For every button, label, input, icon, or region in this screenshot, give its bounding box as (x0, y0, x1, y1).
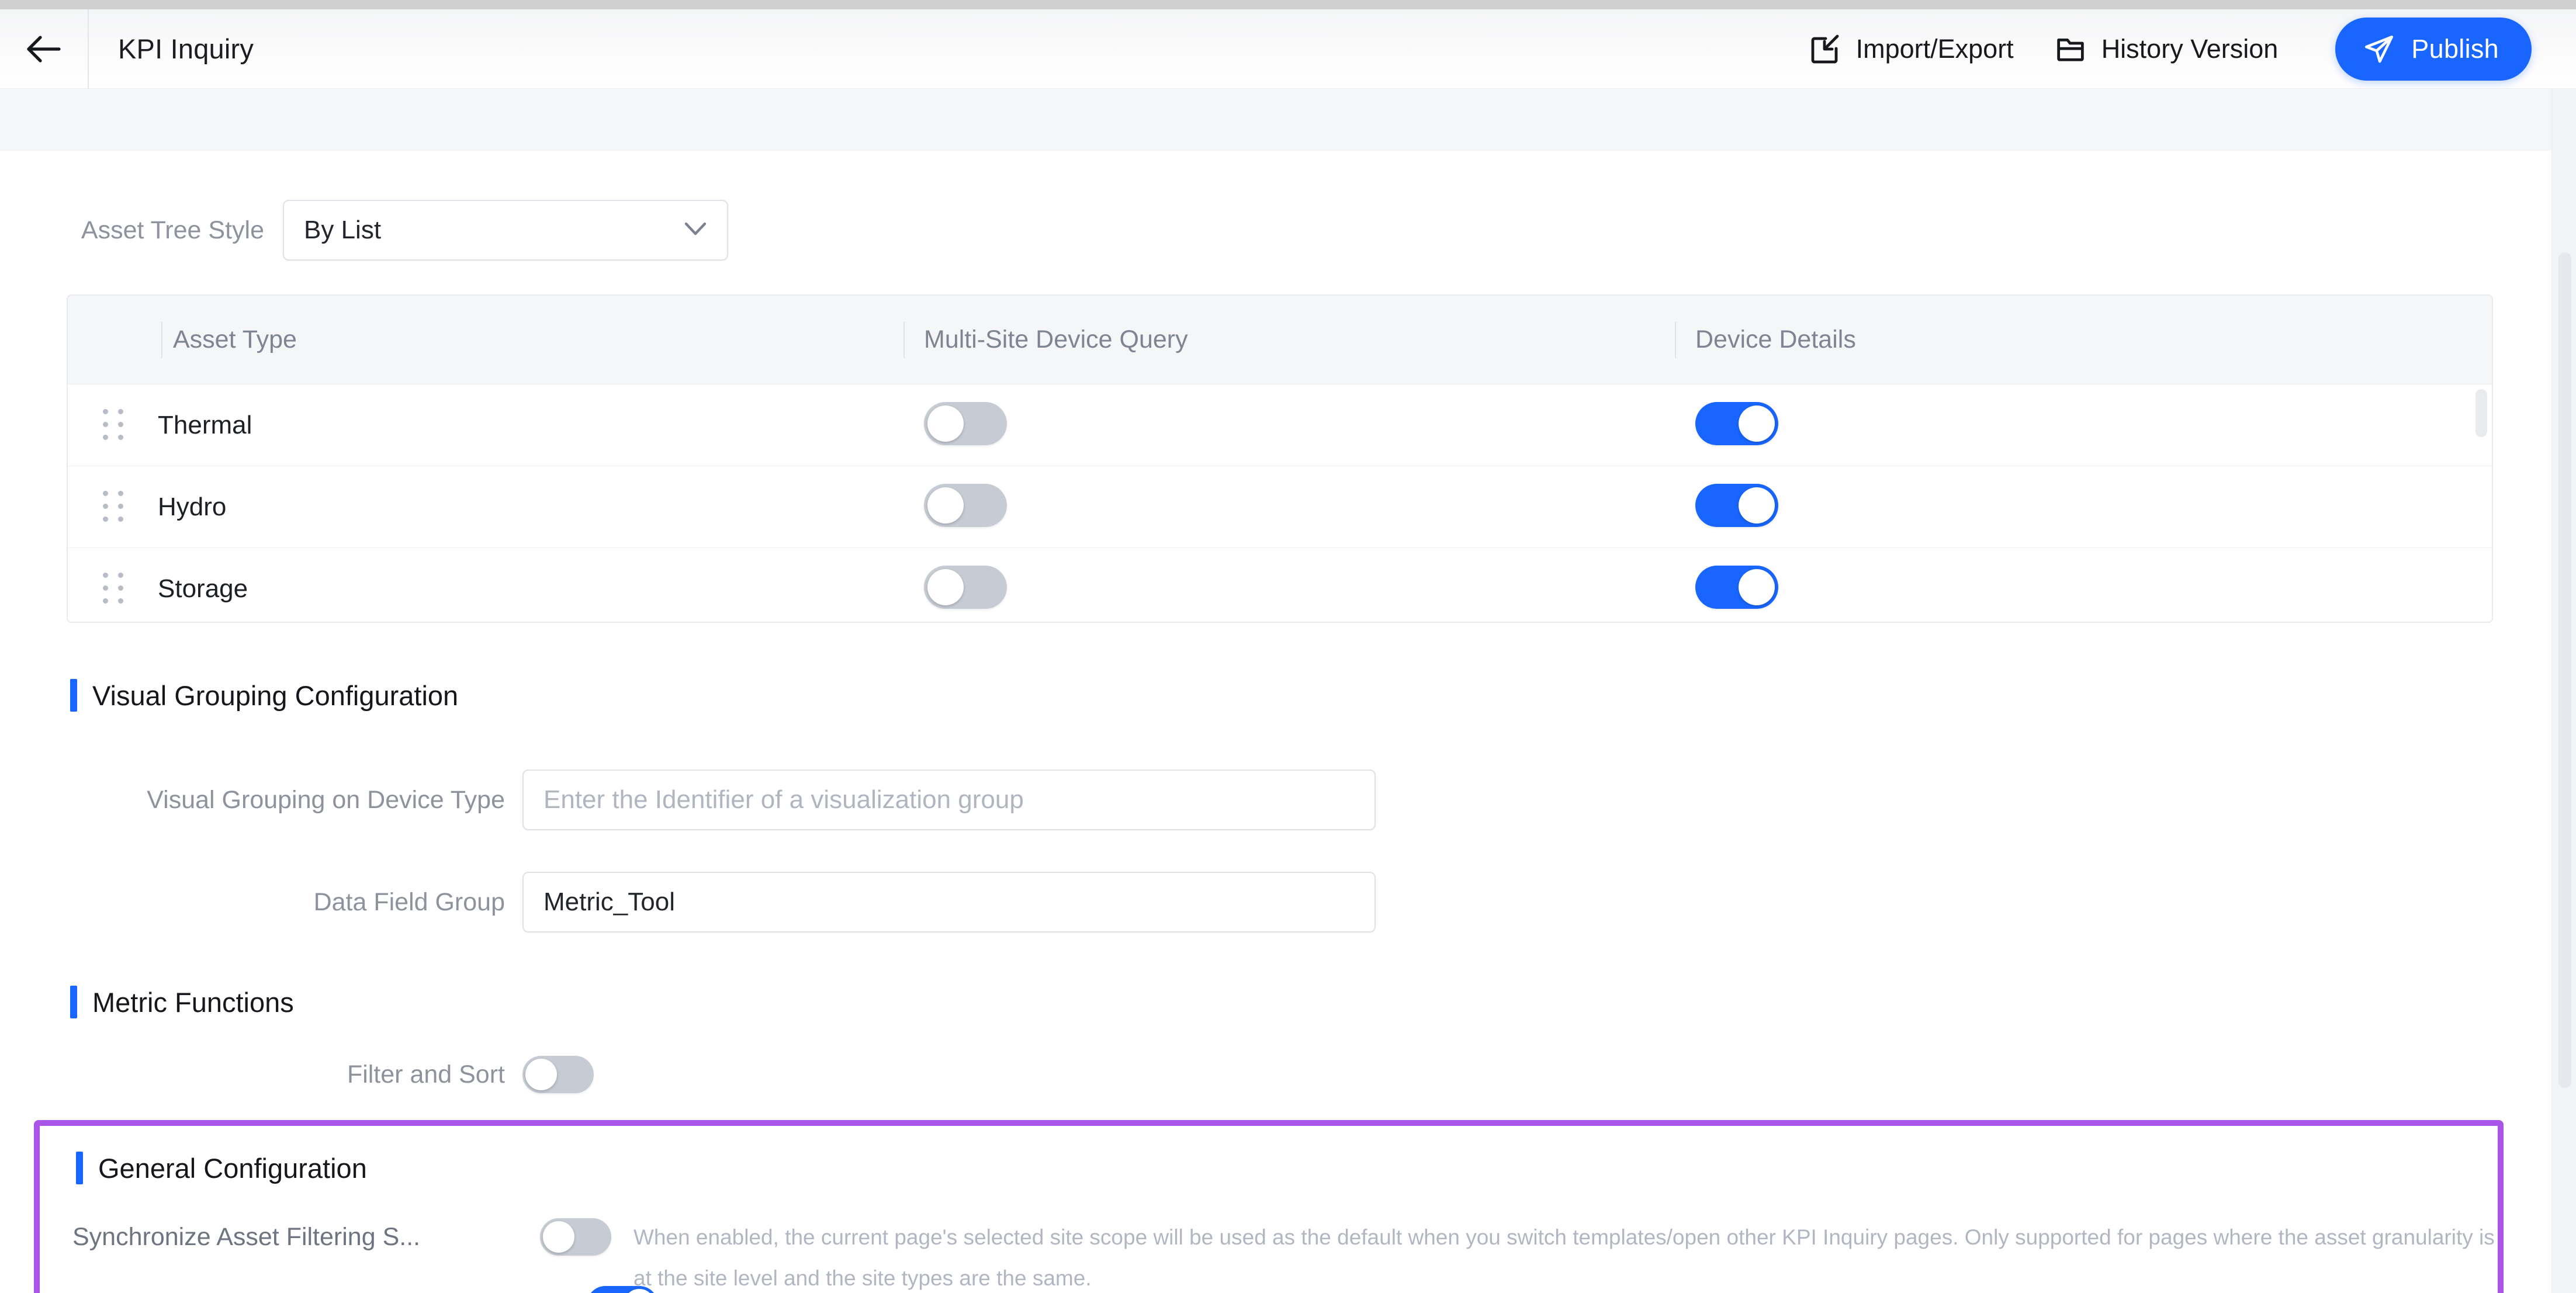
general-configuration-panel: General Configuration Synchronize Asset … (34, 1120, 2504, 1293)
back-button[interactable] (0, 9, 88, 89)
send-icon (2362, 32, 2396, 66)
cell-multi-site-device-query (903, 566, 1675, 612)
filter-and-sort-toggle[interactable] (522, 1056, 594, 1093)
asset-type-name: Hydro (158, 492, 227, 521)
cell-asset-type: Thermal (68, 407, 903, 444)
section-visual-grouping-configuration: Visual Grouping Configuration (70, 679, 458, 712)
section-general-configuration-title: General Configuration (98, 1152, 367, 1184)
section-accent-bar (70, 986, 77, 1018)
asset-tree-style-value: By List (304, 216, 382, 244)
column-separator (903, 321, 905, 358)
synchronize-asset-filtering-toggle[interactable] (540, 1218, 611, 1256)
column-header-multi-site-device-query: Multi-Site Device Query (903, 296, 1675, 384)
cell-asset-type: Storage (68, 570, 903, 608)
asset-type-name: Storage (158, 574, 248, 603)
visual-grouping-device-type-placeholder: Enter the Identifier of a visualization … (543, 785, 1024, 814)
data-field-group-label: Data Field Group (313, 888, 505, 916)
column-separator (1675, 321, 1676, 358)
visual-grouping-device-type-input[interactable]: Enter the Identifier of a visualization … (522, 769, 1376, 830)
table-row: Hydro (68, 466, 2492, 548)
asset-tree-style-select[interactable]: By List (283, 200, 728, 261)
column-header-multi-site-label: Multi-Site Device Query (924, 325, 1188, 353)
asset-type-table: Asset Type Multi-Site Device Query Devic… (67, 294, 2493, 623)
page-header: KPI Inquiry Import/Export History Versio… (0, 9, 2576, 89)
synchronize-time-filtering-row: Synchronize Time Filtering Sc... When di… (72, 1285, 1852, 1293)
synchronize-asset-filtering-description: When enabled, the current page's selecte… (633, 1225, 2495, 1290)
cell-asset-type: Hydro (68, 488, 903, 526)
import-export-icon (1808, 33, 1841, 65)
synchronize-time-filtering-toggle[interactable] (587, 1286, 658, 1293)
visual-grouping-device-type-label: Visual Grouping on Device Type (147, 785, 505, 814)
drag-handle-icon[interactable] (101, 488, 127, 526)
synchronize-asset-filtering-row: Synchronize Asset Filtering S... When en… (72, 1217, 2498, 1293)
column-separator (161, 321, 162, 358)
synchronize-time-filtering-label: Synchronize Time Filtering Sc... (72, 1285, 581, 1293)
column-header-asset-type: Asset Type (68, 296, 903, 384)
filter-and-sort-label: Filter and Sort (347, 1060, 505, 1089)
drag-handle-icon[interactable] (101, 570, 127, 608)
section-accent-bar (76, 1152, 83, 1184)
publish-label: Publish (2411, 33, 2499, 64)
page-scrollbar-thumb[interactable] (2558, 252, 2571, 1088)
drag-handle-icon[interactable] (101, 407, 127, 444)
section-general-configuration: General Configuration (76, 1152, 367, 1184)
history-version-label: History Version (2101, 33, 2279, 64)
cell-device-details (1675, 566, 2435, 612)
app-window: KPI Inquiry Import/Export History Versio… (0, 0, 2576, 1293)
filter-and-sort-row: Filter and Sort (67, 1056, 594, 1093)
section-accent-bar (70, 679, 77, 712)
section-visual-grouping-title: Visual Grouping Configuration (92, 680, 459, 711)
multi-site-device-query-toggle[interactable] (924, 484, 1007, 527)
table-row: Storage (68, 548, 2492, 622)
multi-site-device-query-toggle[interactable] (924, 402, 1007, 445)
data-field-group-row: Data Field Group Metric_Tool (67, 872, 1376, 933)
table-header-row: Asset Type Multi-Site Device Query Devic… (68, 296, 2492, 384)
cell-multi-site-device-query (903, 402, 1675, 448)
arrow-left-icon (25, 33, 63, 65)
column-header-device-details-label: Device Details (1695, 325, 1856, 353)
window-chrome-strip (0, 0, 2576, 9)
toolbar-band (0, 89, 2576, 151)
table-body: Thermal Hydro Storage (68, 384, 2492, 622)
publish-button[interactable]: Publish (2335, 17, 2532, 81)
import-export-button[interactable]: Import/Export (1808, 33, 2014, 65)
asset-tree-style-label: Asset Tree Style (81, 216, 264, 244)
data-field-group-value: Metric_Tool (543, 888, 675, 916)
multi-site-device-query-toggle[interactable] (924, 566, 1007, 609)
device-details-toggle[interactable] (1695, 484, 1778, 527)
page-title: KPI Inquiry (118, 33, 254, 64)
synchronize-asset-filtering-label: Synchronize Asset Filtering S... (72, 1223, 421, 1251)
synchronize-time-filtering-description: When disabled, you need to select the ti… (680, 1285, 1852, 1293)
table-row: Thermal (68, 384, 2492, 466)
cell-device-details (1675, 402, 2435, 448)
chevron-down-icon (684, 221, 707, 240)
cell-multi-site-device-query (903, 484, 1675, 530)
page-body: Asset Tree Style By List Asset Type Mult… (0, 89, 2576, 1293)
cell-device-details (1675, 484, 2435, 530)
device-details-toggle[interactable] (1695, 402, 1778, 445)
table-vertical-scrollbar[interactable] (2475, 389, 2487, 437)
visual-grouping-device-type-row: Visual Grouping on Device Type Enter the… (67, 769, 1376, 830)
section-metric-functions-title: Metric Functions (92, 986, 294, 1018)
header-divider (88, 9, 89, 89)
column-header-asset-type-label: Asset Type (173, 325, 297, 353)
asset-tree-style-row: Asset Tree Style By List (67, 200, 728, 261)
asset-type-name: Thermal (158, 410, 252, 439)
data-field-group-input[interactable]: Metric_Tool (522, 872, 1376, 933)
section-metric-functions: Metric Functions (70, 986, 294, 1018)
column-header-device-details: Device Details (1675, 296, 2435, 384)
device-details-toggle[interactable] (1695, 566, 1778, 609)
import-export-label: Import/Export (1855, 33, 2014, 64)
folder-history-icon (2055, 33, 2086, 65)
history-version-button[interactable]: History Version (2055, 33, 2279, 65)
